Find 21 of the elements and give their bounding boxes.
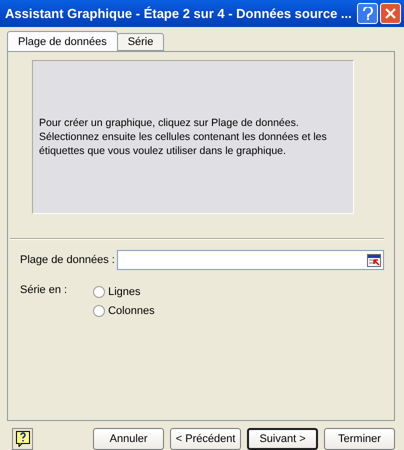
dialog-button[interactable]: < Précédent [170, 428, 242, 450]
radio-button[interactable] [93, 286, 106, 298]
range-field[interactable] [116, 250, 384, 270]
collapse-dialog-icon[interactable] [367, 254, 381, 266]
close-button[interactable] [380, 3, 401, 24]
instruction-text: Pour créer un graphique, cliquez sur Plage de données. Sélectionnez ensuite les cellules contenant les données et les étiquettes que vous voulez utiliser dans le graphique. [39, 116, 328, 158]
close-icon [385, 8, 396, 19]
radio-option[interactable]: Colonnes [93, 305, 155, 317]
field-label: Plage de données : [20, 254, 115, 266]
help-button[interactable] [357, 3, 378, 24]
tab[interactable]: Plage de données [7, 31, 118, 51]
radio-option[interactable]: Lignes [93, 286, 155, 298]
help-icon[interactable] [12, 428, 34, 450]
series-label: Série en : [20, 284, 68, 296]
radio-button[interactable] [93, 305, 106, 317]
window-title: Assistant Graphique - Étape 2 sur 4 - Données source ... [5, 6, 353, 21]
tab[interactable]: Série [116, 33, 164, 51]
dialog-button[interactable]: Annuler [93, 428, 164, 450]
dialog-button[interactable]: Suivant > [247, 428, 318, 450]
dialog-button[interactable]: Terminer [324, 428, 395, 450]
question-mark-icon [362, 6, 372, 20]
